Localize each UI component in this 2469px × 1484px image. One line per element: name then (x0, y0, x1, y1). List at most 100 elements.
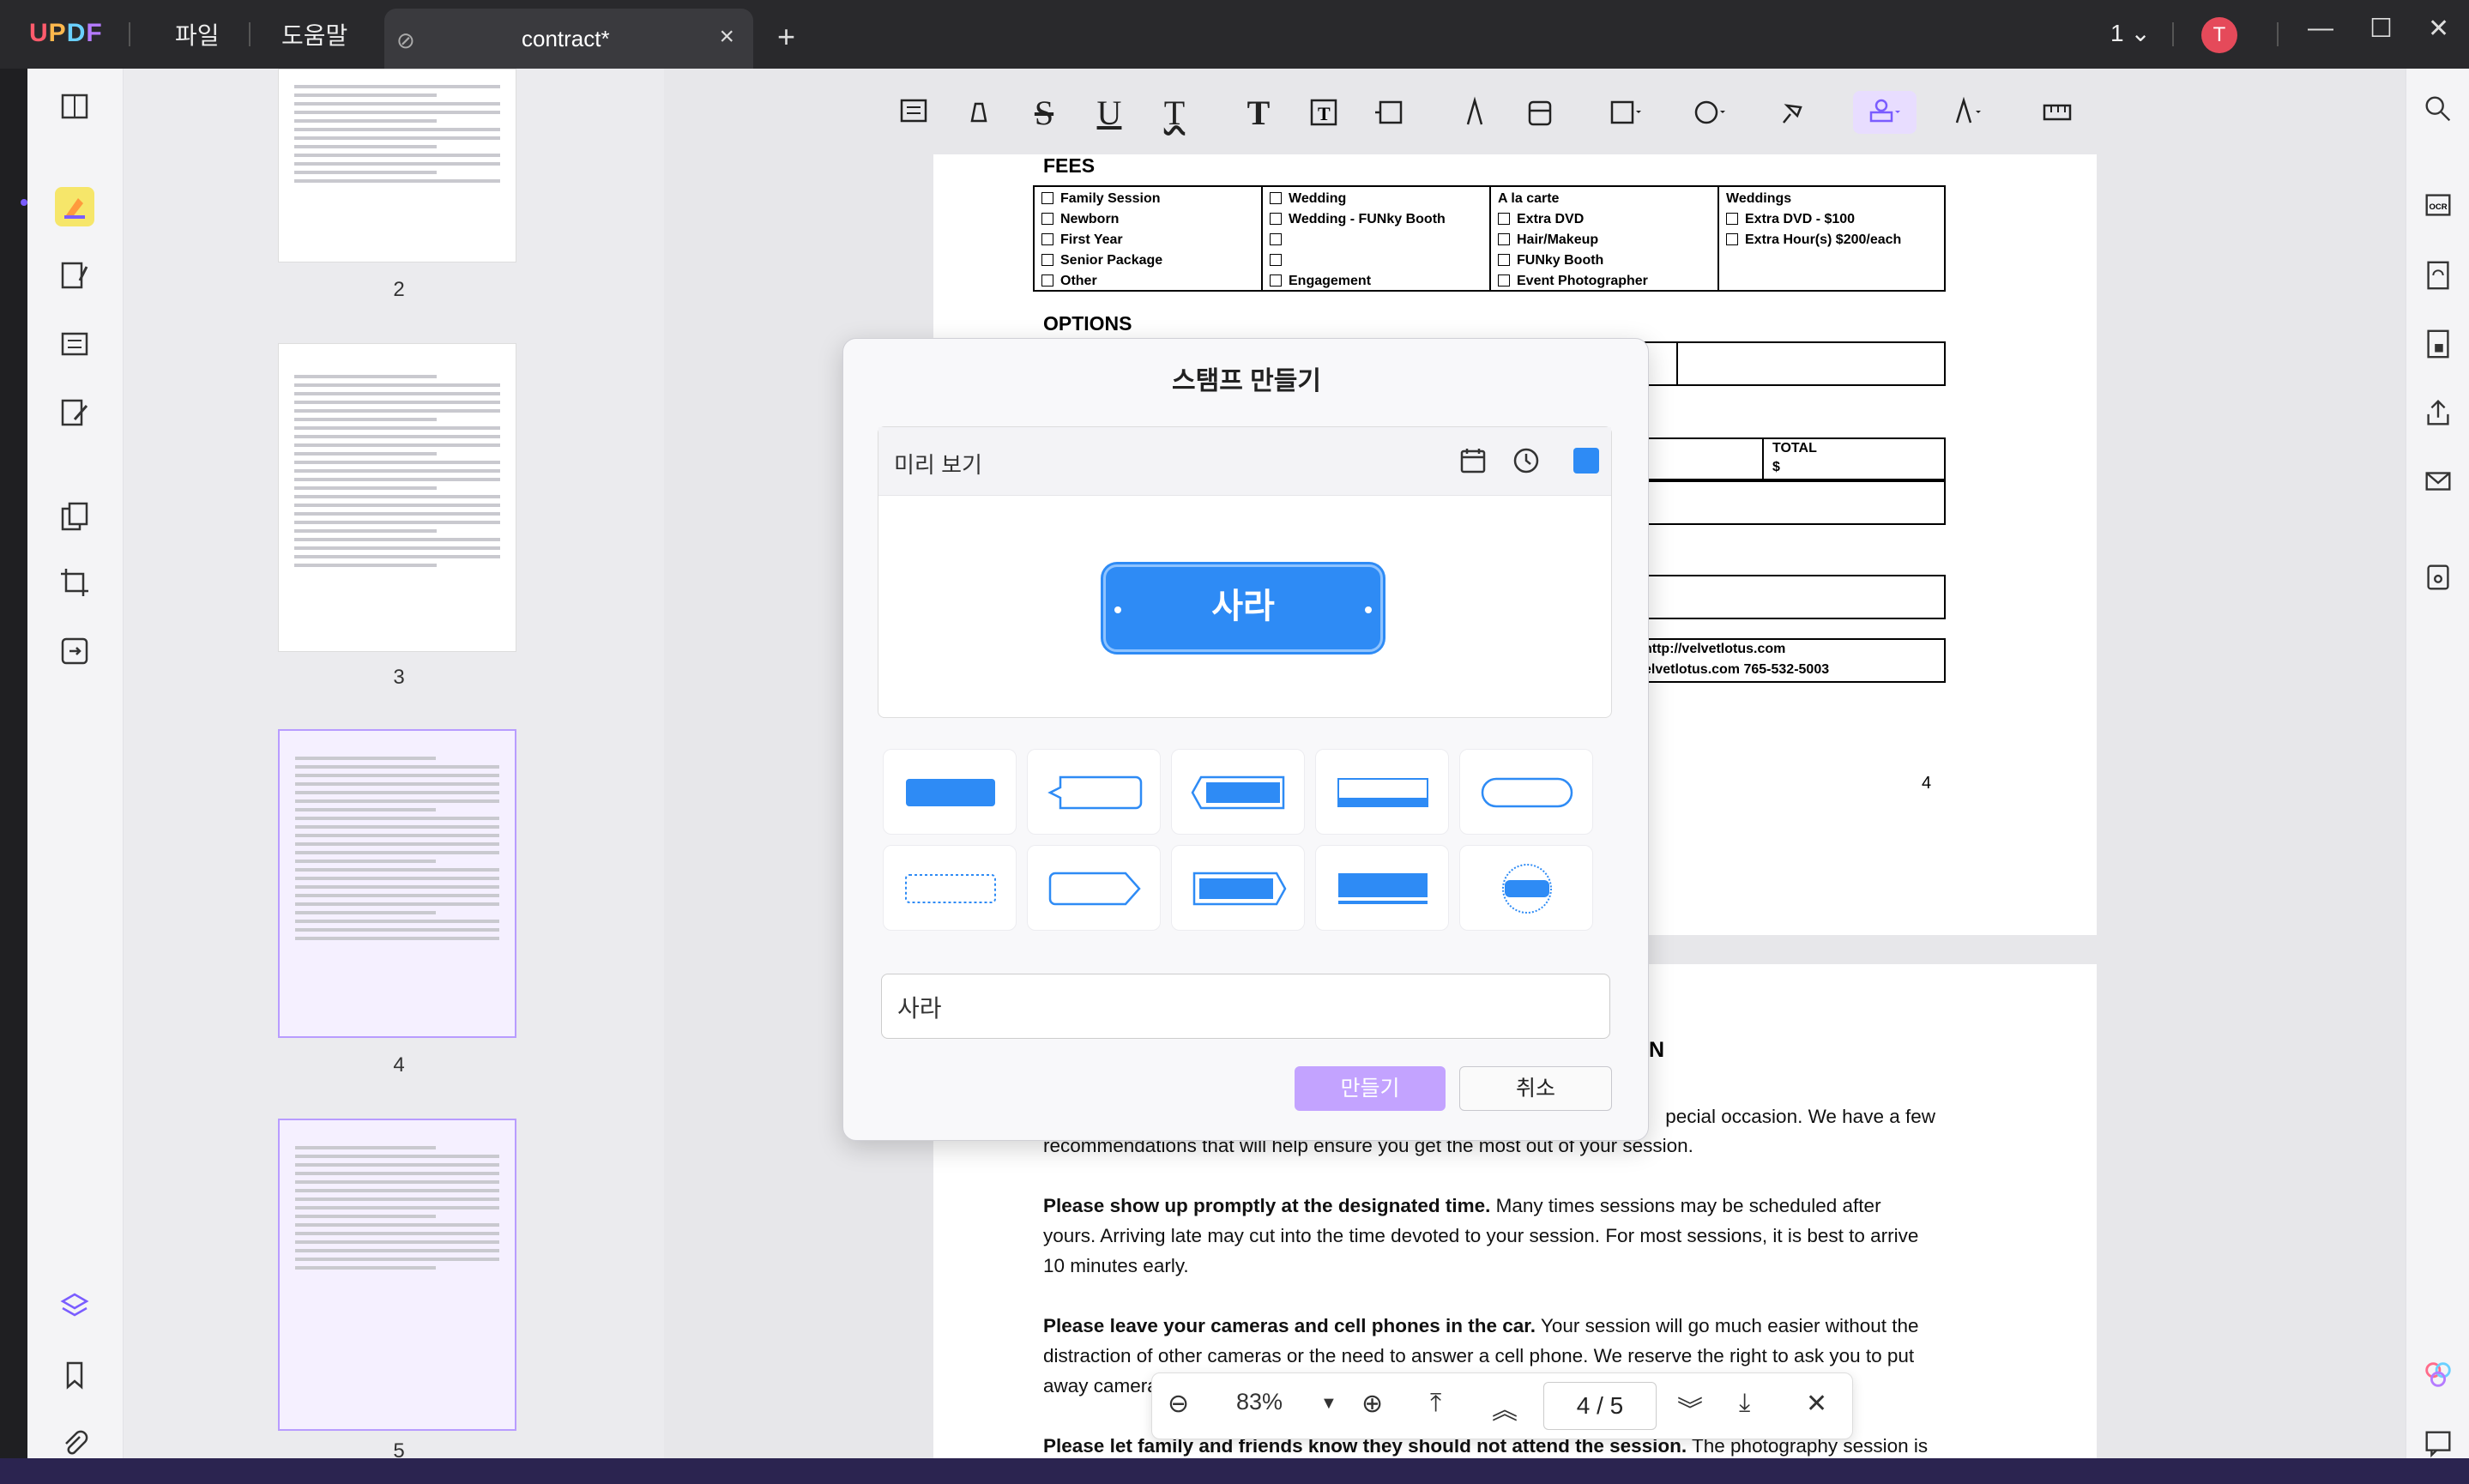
divider (249, 22, 251, 46)
paragraph-fragment: pecial occasion. We have a few (1665, 1106, 1935, 1127)
convert-icon[interactable] (55, 631, 94, 671)
highlight-icon[interactable] (957, 91, 1000, 134)
first-page-icon[interactable]: ⤒ (1430, 1389, 1441, 1418)
comment-tool-icon[interactable] (55, 187, 94, 226)
add-tab-icon[interactable]: + (777, 19, 795, 55)
stamp-style-option[interactable] (1459, 749, 1593, 835)
pencil-icon[interactable] (1453, 91, 1496, 134)
divider (2172, 22, 2174, 46)
note-icon[interactable] (892, 91, 935, 134)
last-page-icon[interactable]: ⤓ (1739, 1389, 1750, 1418)
thumbnail-label: 2 (393, 278, 405, 301)
annotation-toolbar: S U T T T (664, 69, 2406, 154)
zoom-in-icon[interactable]: ⊕ (1361, 1389, 1383, 1419)
document-tab[interactable]: ⊘ contract* × (384, 9, 753, 69)
stamp-style-option[interactable] (1027, 845, 1161, 931)
next-page-icon[interactable]: ︾ (1677, 1389, 1703, 1427)
updf-logo[interactable]: UPDF (29, 19, 103, 48)
reader-icon[interactable] (55, 87, 94, 127)
cancel-button[interactable]: 취소 (1459, 1066, 1612, 1111)
stamp-text-input[interactable]: 사라 (881, 974, 1610, 1039)
squiggly-icon[interactable]: T (1153, 91, 1196, 134)
calendar-icon[interactable] (1458, 446, 1489, 477)
stamp-style-option[interactable] (1171, 749, 1305, 835)
protect-icon[interactable] (2422, 328, 2456, 362)
stamp-style-option[interactable] (1171, 845, 1305, 931)
stamp-style-option[interactable] (1027, 749, 1161, 835)
page-thumbnail-selected[interactable] (278, 729, 516, 1038)
underline-icon[interactable]: U (1088, 91, 1131, 134)
comments-panel-icon[interactable] (2422, 1427, 2456, 1462)
organize-pages-icon[interactable] (55, 498, 94, 537)
title-bar: UPDF 파일 도움말 ⊘ contract* × + 1 ⌄ T — ☐ ✕ (0, 0, 2469, 69)
eraser-icon[interactable] (1518, 91, 1561, 134)
signature-icon[interactable] (1944, 91, 1987, 134)
total-pages: 5 (1609, 1392, 1624, 1419)
edit-pdf-icon[interactable] (55, 256, 94, 295)
ocr-icon[interactable]: OCR (2422, 189, 2456, 223)
stamp-style-option[interactable] (1459, 845, 1593, 931)
menu-help[interactable]: 도움말 (281, 17, 347, 51)
stamp-style-option[interactable] (883, 749, 1017, 835)
text-callout-icon[interactable] (1367, 91, 1410, 134)
stamp-style-option[interactable] (883, 845, 1017, 931)
doc-box (1630, 480, 1946, 525)
previous-page-icon[interactable]: ︽ (1492, 1389, 1518, 1427)
share-icon[interactable] (2422, 396, 2456, 431)
bookmark-icon[interactable] (55, 1355, 94, 1395)
email-icon[interactable] (2422, 465, 2456, 499)
close-tab-icon[interactable]: × (719, 22, 734, 51)
close-window-icon[interactable]: ✕ (2428, 14, 2449, 44)
os-taskbar (0, 1458, 2469, 1484)
text-icon[interactable]: T (1237, 91, 1280, 134)
total-table: TOTAL $ (1630, 437, 1946, 480)
maximize-icon[interactable]: ☐ (2369, 14, 2393, 44)
shape-icon[interactable] (1603, 91, 1645, 134)
form-icon[interactable] (55, 324, 94, 364)
text-box-icon[interactable]: T (1302, 91, 1345, 134)
stamp-icon[interactable] (1853, 91, 1917, 134)
page-selector-value: 1 (2110, 20, 2124, 46)
sign-icon[interactable] (55, 393, 94, 432)
avatar[interactable]: T (2201, 17, 2237, 53)
search-icon[interactable] (2422, 93, 2456, 127)
fees-heading: FEES (1043, 154, 1096, 177)
svg-text:OCR: OCR (2430, 202, 2448, 212)
paragraph-bold: Please show up promptly at the designate… (1043, 1195, 1491, 1216)
sticker-icon[interactable] (1687, 91, 1730, 134)
minimize-icon[interactable]: — (2308, 14, 2333, 43)
page-thumbnail[interactable] (278, 69, 516, 262)
zoom-value[interactable]: 83% (1236, 1389, 1283, 1415)
stamp-preview: 사라 (1103, 564, 1383, 652)
options-table (1630, 341, 1946, 386)
window-page-selector[interactable]: 1 ⌄ (2110, 19, 2151, 47)
chevron-down-icon: ⌄ (2130, 20, 2151, 46)
save-icon[interactable] (2422, 561, 2456, 595)
page-thumbnail[interactable] (278, 1119, 516, 1431)
stamp-style-option[interactable] (1315, 845, 1449, 931)
preview-label: 미리 보기 (894, 452, 982, 478)
layers-icon[interactable] (55, 1287, 94, 1326)
clock-icon[interactable] (1512, 446, 1542, 477)
divider (129, 22, 130, 46)
zoom-out-icon[interactable]: ⊖ (1168, 1389, 1189, 1419)
zoom-dropdown-icon[interactable]: ▼ (1320, 1394, 1337, 1414)
contact-line: elvetlotus.com 765-532-5003 (1644, 662, 1830, 677)
doc-box (1630, 575, 1946, 619)
measure-icon[interactable] (2028, 91, 2088, 134)
crop-icon[interactable] (55, 563, 94, 602)
page-number-field[interactable]: 4 / 5 (1543, 1382, 1657, 1430)
fees-table: Family Session Newborn First Year Senior… (1033, 185, 1946, 292)
ai-assistant-icon[interactable] (2422, 1359, 2456, 1393)
fees-column: Weddings Extra DVD - $100 Extra Hour(s) … (1726, 191, 1902, 247)
convert-file-icon[interactable] (2422, 259, 2456, 293)
close-navigation-icon[interactable]: ✕ (1806, 1389, 1827, 1419)
paragraph-bold: Please leave your cameras and cell phone… (1043, 1315, 1536, 1336)
color-swatch[interactable] (1573, 448, 1599, 474)
pin-icon[interactable] (1771, 91, 1814, 134)
create-button[interactable]: 만들기 (1295, 1066, 1446, 1111)
strikethrough-icon[interactable]: S (1023, 91, 1065, 134)
stamp-style-option[interactable] (1315, 749, 1449, 835)
page-thumbnail[interactable] (278, 343, 516, 652)
menu-file[interactable]: 파일 (175, 17, 220, 51)
